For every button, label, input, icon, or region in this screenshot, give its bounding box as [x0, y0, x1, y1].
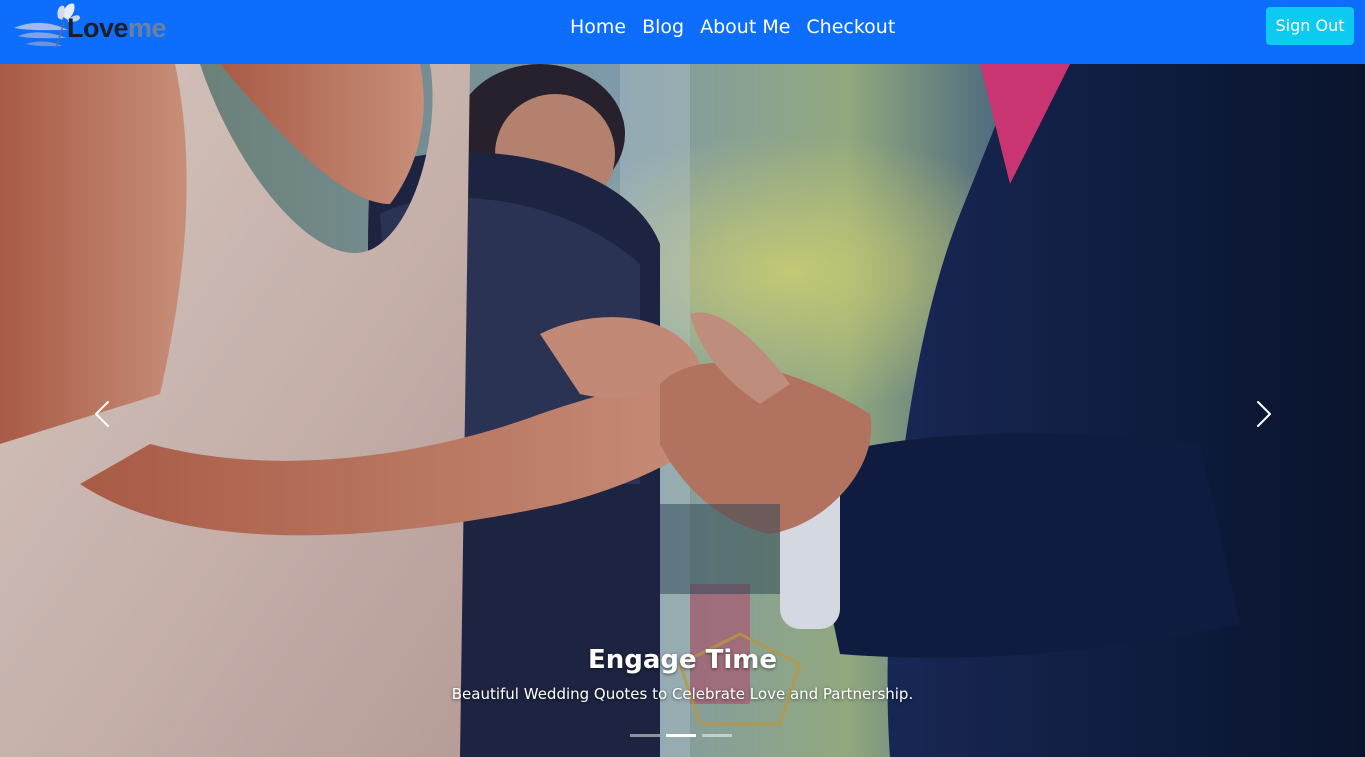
carousel-indicator-1[interactable] — [630, 734, 660, 737]
carousel-caption: Engage Time Beautiful Wedding Quotes to … — [0, 642, 1365, 706]
main-nav: Home Blog About Me Checkout — [562, 10, 903, 44]
sign-out-button[interactable]: Sign Out — [1266, 7, 1354, 45]
carousel-indicator-2[interactable] — [666, 734, 696, 737]
nav-blog-link[interactable]: Blog — [634, 10, 692, 44]
chevron-left-icon — [95, 401, 109, 427]
hero-carousel: Engage Time Beautiful Wedding Quotes to … — [0, 64, 1365, 757]
top-navbar: Loveme Home Blog About Me Checkout Sign … — [0, 0, 1365, 64]
carousel-indicators — [630, 734, 732, 737]
nav-about-link[interactable]: About Me — [692, 10, 798, 44]
brand-love-text: Love — [67, 13, 129, 43]
brand-name: Loveme — [67, 12, 167, 44]
caption-subtitle: Beautiful Wedding Quotes to Celebrate Lo… — [451, 685, 914, 703]
carousel-prev-button[interactable] — [82, 384, 122, 444]
nav-home-link[interactable]: Home — [562, 10, 634, 44]
brand-logo[interactable]: Loveme — [12, 0, 182, 54]
nav-checkout-link[interactable]: Checkout — [798, 10, 903, 44]
brand-me-text: me — [128, 13, 167, 43]
carousel-indicator-3[interactable] — [702, 734, 732, 737]
carousel-next-button[interactable] — [1244, 384, 1284, 444]
caption-title: Engage Time — [587, 645, 778, 675]
chevron-right-icon — [1257, 401, 1271, 427]
